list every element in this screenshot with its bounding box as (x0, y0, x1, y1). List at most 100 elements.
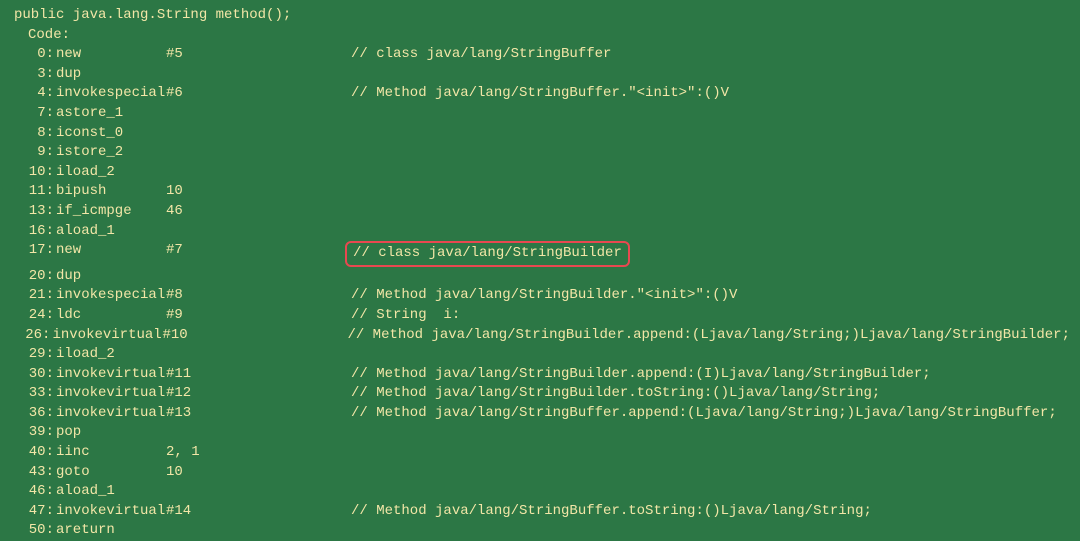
bytecode-offset: 16: (10, 222, 56, 242)
bytecode-opcode: invokevirtual (56, 384, 166, 404)
bytecode-offset: 11: (10, 182, 56, 202)
bytecode-comment: // Method java/lang/StringBuilder.append… (351, 365, 931, 385)
method-signature: public java.lang.String method(); (10, 6, 1070, 26)
bytecode-offset: 24: (10, 306, 56, 326)
bytecode-line: 0: new#5// class java/lang/StringBuffer (10, 45, 1070, 65)
bytecode-line: 8: iconst_0 (10, 124, 1070, 144)
bytecode-operand (166, 163, 351, 183)
bytecode-offset: 30: (10, 365, 56, 385)
bytecode-offset: 33: (10, 384, 56, 404)
bytecode-line: 7: astore_1 (10, 104, 1070, 124)
bytecode-operand: #11 (166, 365, 351, 385)
bytecode-opcode: invokevirtual (52, 326, 162, 346)
bytecode-opcode: goto (56, 463, 166, 483)
bytecode-line: 39: pop (10, 423, 1070, 443)
bytecode-operand: 46 (166, 202, 351, 222)
bytecode-comment: // class java/lang/StringBuilder (353, 244, 622, 264)
bytecode-operand (166, 423, 351, 443)
bytecode-opcode: invokevirtual (56, 404, 166, 424)
bytecode-offset: 43: (10, 463, 56, 483)
bytecode-operand (166, 521, 351, 541)
bytecode-operand (166, 267, 351, 287)
bytecode-line: 21: invokespecial#8// Method java/lang/S… (10, 286, 1070, 306)
bytecode-offset: 7: (10, 104, 56, 124)
bytecode-offset: 29: (10, 345, 56, 365)
bytecode-line: 16: aload_1 (10, 222, 1070, 242)
bytecode-line: 43: goto10 (10, 463, 1070, 483)
bytecode-comment: // Method java/lang/StringBuilder.append… (347, 326, 1070, 346)
bytecode-operand: #12 (166, 384, 351, 404)
bytecode-line: 24: ldc#9// String i: (10, 306, 1070, 326)
bytecode-offset: 13: (10, 202, 56, 222)
highlighted-comment: // class java/lang/StringBuilder (345, 241, 630, 267)
bytecode-line: 11: bipush10 (10, 182, 1070, 202)
bytecode-operand: #5 (166, 45, 351, 65)
bytecode-operand: #10 (162, 326, 347, 346)
bytecode-line: 46: aload_1 (10, 482, 1070, 502)
bytecode-opcode: aload_1 (56, 482, 166, 502)
bytecode-opcode: if_icmpge (56, 202, 166, 222)
bytecode-offset: 4: (10, 84, 56, 104)
bytecode-offset: 20: (10, 267, 56, 287)
bytecode-comment: // Method java/lang/StringBuilder.toStri… (351, 384, 880, 404)
bytecode-offset: 8: (10, 124, 56, 144)
bytecode-opcode: iload_2 (56, 345, 166, 365)
bytecode-offset: 3: (10, 65, 56, 85)
bytecode-opcode: new (56, 241, 166, 267)
bytecode-operand: #9 (166, 306, 351, 326)
bytecode-opcode: istore_2 (56, 143, 166, 163)
bytecode-opcode: aload_1 (56, 222, 166, 242)
bytecode-opcode: new (56, 45, 166, 65)
bytecode-operand (166, 143, 351, 163)
bytecode-offset: 36: (10, 404, 56, 424)
bytecode-line: 40: iinc2, 1 (10, 443, 1070, 463)
bytecode-listing: 0: new#5// class java/lang/StringBuffer3… (10, 45, 1070, 541)
bytecode-opcode: invokevirtual (56, 502, 166, 522)
bytecode-operand: #14 (166, 502, 351, 522)
bytecode-comment: // Method java/lang/StringBuffer."<init>… (351, 84, 729, 104)
bytecode-line: 47: invokevirtual#14// Method java/lang/… (10, 502, 1070, 522)
bytecode-line: 3: dup (10, 65, 1070, 85)
bytecode-opcode: iinc (56, 443, 166, 463)
bytecode-opcode: pop (56, 423, 166, 443)
bytecode-opcode: ldc (56, 306, 166, 326)
bytecode-operand (166, 345, 351, 365)
bytecode-offset: 9: (10, 143, 56, 163)
bytecode-opcode: invokespecial (56, 286, 166, 306)
bytecode-offset: 10: (10, 163, 56, 183)
bytecode-comment: // String i: (351, 306, 460, 326)
bytecode-line: 9: istore_2 (10, 143, 1070, 163)
bytecode-offset: 26: (10, 326, 52, 346)
bytecode-offset: 17: (10, 241, 56, 267)
bytecode-opcode: bipush (56, 182, 166, 202)
bytecode-line: 10: iload_2 (10, 163, 1070, 183)
bytecode-line: 4: invokespecial#6// Method java/lang/St… (10, 84, 1070, 104)
bytecode-line: 17: new#7// class java/lang/StringBuilde… (10, 241, 1070, 267)
bytecode-operand (166, 65, 351, 85)
bytecode-opcode: dup (56, 65, 166, 85)
bytecode-offset: 46: (10, 482, 56, 502)
bytecode-offset: 47: (10, 502, 56, 522)
bytecode-offset: 50: (10, 521, 56, 541)
bytecode-line: 29: iload_2 (10, 345, 1070, 365)
bytecode-opcode: invokespecial (56, 84, 166, 104)
bytecode-line: 26: invokevirtual#10// Method java/lang/… (10, 326, 1070, 346)
bytecode-operand: #8 (166, 286, 351, 306)
bytecode-comment: // Method java/lang/StringBuffer.toStrin… (351, 502, 872, 522)
bytecode-opcode: iload_2 (56, 163, 166, 183)
bytecode-operand (166, 124, 351, 144)
code-label: Code: (10, 26, 1070, 46)
bytecode-operand (166, 104, 351, 124)
bytecode-line: 33: invokevirtual#12// Method java/lang/… (10, 384, 1070, 404)
bytecode-operand: #13 (166, 404, 351, 424)
bytecode-opcode: invokevirtual (56, 365, 166, 385)
bytecode-offset: 0: (10, 45, 56, 65)
bytecode-operand (166, 222, 351, 242)
bytecode-line: 20: dup (10, 267, 1070, 287)
bytecode-operand (166, 482, 351, 502)
bytecode-operand: 2, 1 (166, 443, 351, 463)
bytecode-opcode: dup (56, 267, 166, 287)
bytecode-offset: 21: (10, 286, 56, 306)
bytecode-opcode: iconst_0 (56, 124, 166, 144)
bytecode-line: 36: invokevirtual#13// Method java/lang/… (10, 404, 1070, 424)
